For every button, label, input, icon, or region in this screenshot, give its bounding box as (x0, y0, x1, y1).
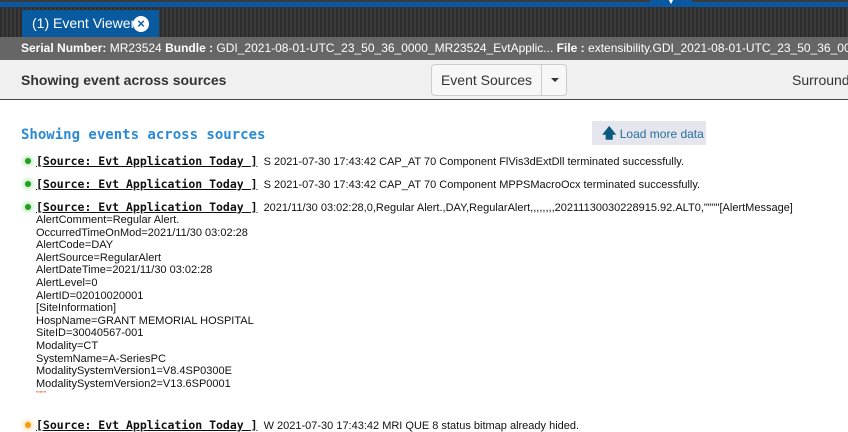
tab-bar: (1) Event Viewer × (0, 7, 848, 37)
detail-line: HospName=GRANT MEMORIAL HOSPITAL (36, 314, 254, 327)
detail-line: [SiteInformation] (36, 302, 117, 315)
tab-label: (1) Event Viewer (32, 15, 136, 31)
detail-line: OccurredTimeOnMod=2021/11/30 03:02:28 (36, 226, 248, 239)
detail-line: ModalitySystemVersion2=V13.6SP0001 (36, 377, 231, 390)
info-bar: Serial Number: MR23524 Bundle : GDI_2021… (0, 37, 848, 60)
serial-value: MR23524 (109, 41, 162, 55)
file-label: File : (556, 41, 585, 55)
event-row: [Source: Evt Application Today ] W 2021-0… (25, 418, 579, 432)
bundle-value: GDI_2021-08-01-UTC_23_50_36_0000_MR23524… (216, 41, 554, 55)
bundle-label: Bundle : (165, 41, 214, 55)
page-title: Showing events across sources (21, 127, 266, 143)
tab-event-viewer[interactable]: (1) Event Viewer × (22, 10, 159, 37)
event-row: [Source: Evt Application Today ] 2021/11/… (25, 200, 793, 214)
status-dot-icon (25, 204, 31, 210)
event-source-link[interactable]: [Source: Evt Application Today ] (36, 418, 258, 432)
close-icon[interactable]: × (133, 16, 149, 32)
surrounding-label: Surroundi (792, 72, 848, 88)
arrow-up-icon: 🡅 (602, 125, 617, 141)
detail-line: AlertLevel=0 (36, 276, 98, 289)
event-row: [Source: Evt Application Today ] S 2021-0… (25, 177, 700, 191)
detail-line: AlertID=02010020001 (36, 289, 144, 302)
toolbar: Showing event across sources Event Sourc… (0, 60, 848, 100)
event-text: 2021/11/30 03:02:28,0,Regular Alert.,DAY… (263, 202, 793, 214)
detail-line: AlertComment=Regular Alert. (36, 214, 180, 226)
event-source-link[interactable]: [Source: Evt Application Today ] (36, 200, 258, 214)
serial-label: Serial Number: (21, 41, 107, 55)
event-text: S 2021-07-30 17:43:42 CAP_AT 70 Componen… (263, 156, 685, 168)
status-dot-icon (25, 158, 31, 164)
top-strip (0, 0, 848, 7)
load-more-label: Load more data (619, 127, 704, 141)
detail-end-quotes: """" (36, 391, 46, 399)
file-value: extensibility.GDI_2021-08-01-UTC_23_50_3… (588, 41, 848, 55)
event-sources-button[interactable]: Event Sources (432, 65, 542, 95)
detail-line: Modality=CT (36, 339, 99, 352)
event-text: S 2021-07-30 17:43:42 CAP_AT 70 Componen… (263, 179, 701, 191)
event-details: AlertComment=Regular Alert. OccurredTime… (36, 214, 254, 400)
detail-line: AlertDateTime=2021/11/30 03:02:28 (36, 264, 213, 277)
event-row: [Source: Evt Application Today ] S 2021-0… (25, 154, 684, 168)
load-more-button[interactable]: 🡅 Load more data (592, 121, 706, 145)
event-sources-dropdown[interactable]: Event Sources (431, 64, 567, 96)
event-source-link[interactable]: [Source: Evt Application Today ] (36, 177, 258, 191)
detail-line: AlertSource=RegularAlert (36, 251, 162, 264)
status-dot-icon (25, 181, 31, 187)
event-source-link[interactable]: [Source: Evt Application Today ] (36, 154, 258, 168)
status-dot-icon (25, 422, 31, 428)
detail-line: SiteID=30040567-001 (36, 327, 144, 340)
detail-line: AlertCode=DAY (36, 239, 114, 252)
collapse-toggle[interactable]: ▼ (650, 0, 692, 7)
chevron-down-icon[interactable] (542, 65, 566, 95)
toolbar-title: Showing event across sources (21, 72, 227, 88)
event-text: W 2021-07-30 17:43:42 MRI QUE 8 status b… (263, 420, 580, 432)
detail-line: ModalitySystemVersion1=V8.4SP0300E (36, 365, 232, 378)
detail-line: SystemName=A-SeriesPC (36, 352, 166, 365)
